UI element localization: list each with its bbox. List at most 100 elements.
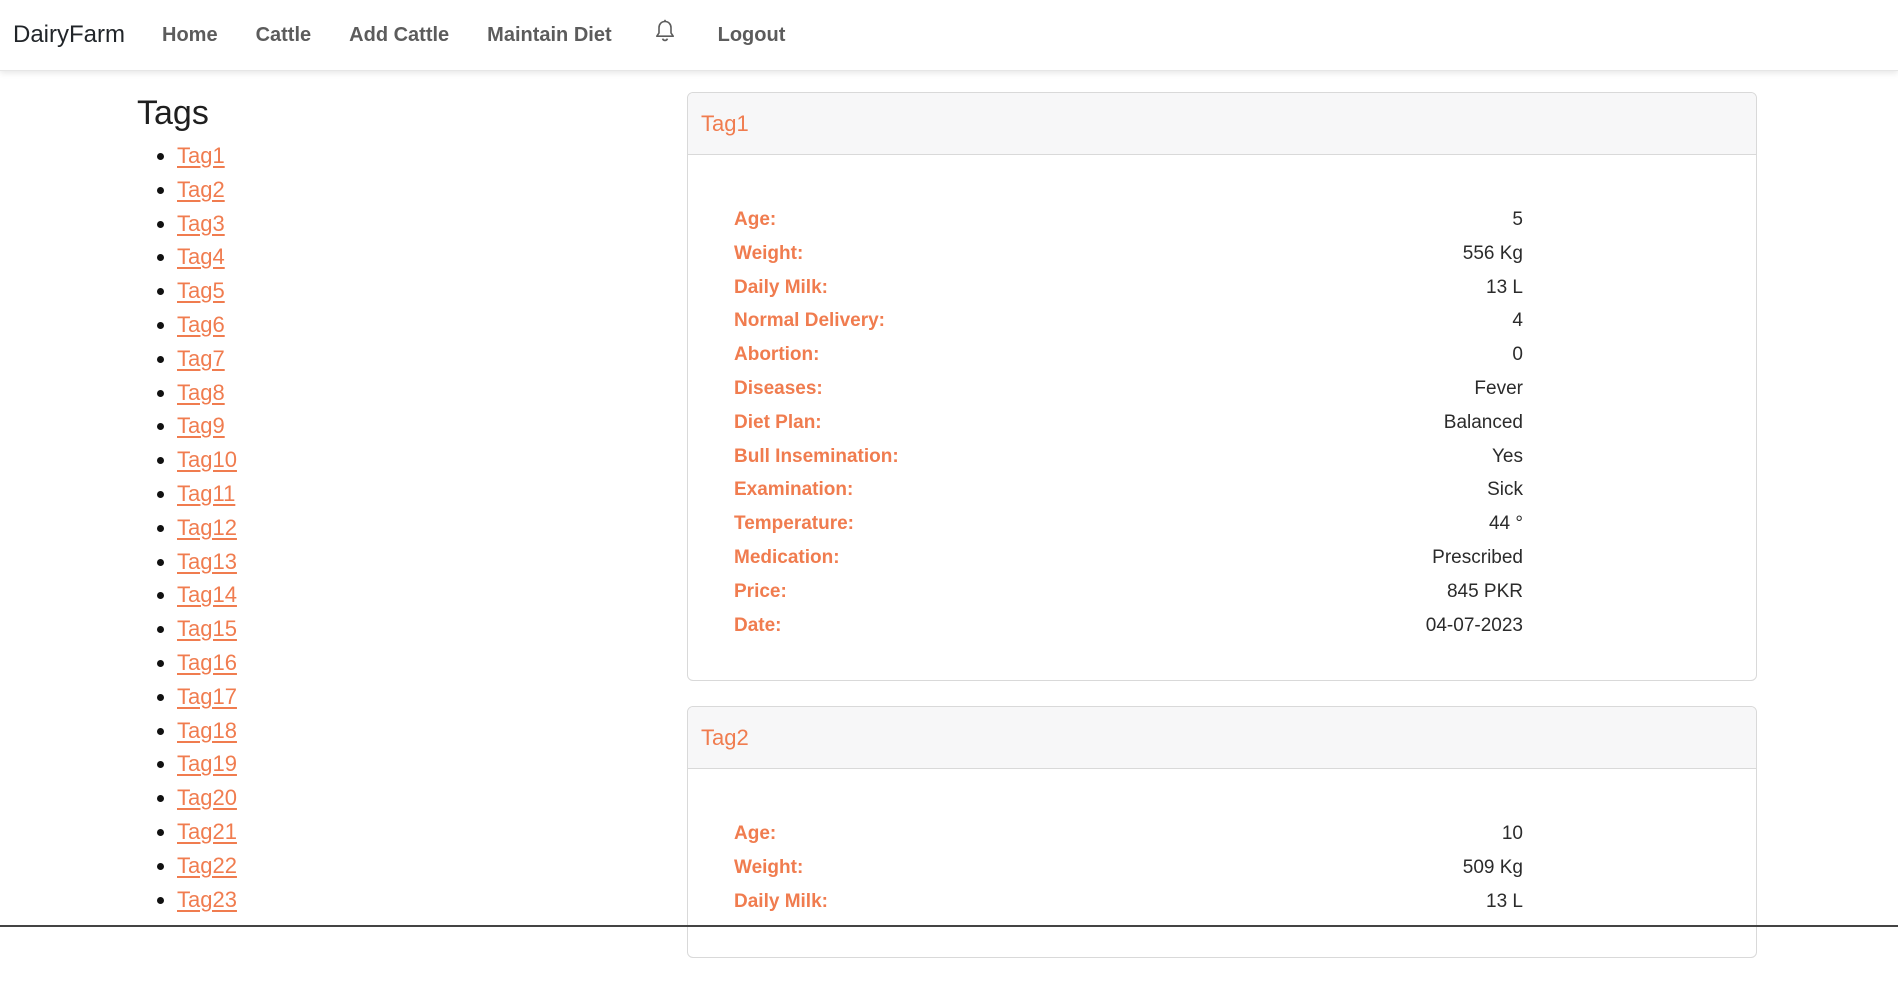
cattle-cards: Tag1 Age: 5 Weight: 556 Kg Daily Milk: 13 L… — [687, 92, 1757, 983]
tag-link[interactable]: Tag23 — [177, 887, 237, 912]
tag-list-item: Tag15 — [137, 612, 637, 646]
field-value: 0 — [1512, 344, 1523, 366]
tag-list-item: Tag11 — [137, 477, 637, 511]
tag-link[interactable]: Tag15 — [177, 616, 237, 641]
tag-link[interactable]: Tag21 — [177, 819, 237, 844]
card-title: Tag2 — [688, 707, 1756, 770]
field-value: Balanced — [1443, 411, 1523, 433]
field-medication: Medication: Prescribed — [734, 541, 1523, 575]
field-bull-insemination: Bull Insemination: Yes — [734, 440, 1523, 474]
tag-list-item: Tag14 — [137, 578, 637, 612]
tag-list-item: Tag21 — [137, 815, 637, 849]
tag-link[interactable]: Tag13 — [177, 549, 237, 574]
field-label: Bull Insemination: — [734, 445, 899, 467]
tags-sidebar: Tags Tag1 Tag2 Tag3 Tag4 Tag5 Tag6 Tag7 … — [137, 93, 637, 916]
nav-home[interactable]: Home — [143, 24, 237, 47]
field-value: 04-07-2023 — [1425, 614, 1523, 636]
field-weight: Weight: 556 Kg — [734, 237, 1523, 271]
tag-list-item: Tag3 — [137, 207, 637, 241]
tag-link[interactable]: Tag17 — [177, 684, 237, 709]
field-abortion: Abortion: 0 — [734, 338, 1523, 372]
field-label: Daily Milk: — [734, 276, 828, 298]
tag-link[interactable]: Tag19 — [177, 751, 237, 776]
tag-link[interactable]: Tag4 — [177, 244, 225, 269]
tag-link[interactable]: Tag5 — [177, 278, 225, 303]
tag-link[interactable]: Tag11 — [177, 481, 235, 506]
field-value: 10 — [1501, 823, 1523, 845]
field-label: Diseases: — [734, 377, 823, 399]
field-label: Diet Plan: — [734, 411, 822, 433]
bell-icon — [654, 19, 676, 48]
tag-link[interactable]: Tag1 — [177, 143, 225, 168]
field-value: 4 — [1512, 310, 1523, 332]
field-value: Sick — [1487, 479, 1523, 501]
tag-list-item: Tag10 — [137, 443, 637, 477]
tag-list-item: Tag22 — [137, 849, 637, 883]
brand-logo[interactable]: DairyFarm — [13, 21, 125, 49]
tag-list-item: Tag5 — [137, 274, 637, 308]
field-label: Daily Milk: — [734, 890, 828, 912]
field-value: 44 ° — [1488, 513, 1523, 535]
field-temperature: Temperature: 44 ° — [734, 507, 1523, 541]
card-title: Tag1 — [688, 93, 1756, 155]
tag-list-item: Tag2 — [137, 173, 637, 207]
tag-list-item: Tag20 — [137, 781, 637, 815]
nav-logout[interactable]: Logout — [699, 24, 805, 47]
field-examination: Examination: Sick — [734, 473, 1523, 507]
field-value: 845 PKR — [1446, 580, 1523, 602]
tag-list-item: Tag4 — [137, 240, 637, 274]
field-label: Medication: — [734, 546, 840, 568]
tag-link[interactable]: Tag9 — [177, 413, 225, 438]
field-label: Normal Delivery: — [734, 310, 886, 332]
tag-list-item: Tag6 — [137, 308, 637, 342]
field-label: Age: — [734, 823, 777, 845]
tag-list-item: Tag16 — [137, 646, 637, 680]
tags-heading: Tags — [137, 94, 209, 132]
tag-list-item: Tag12 — [137, 511, 637, 545]
card-body: Age: 10 Weight: 509 Kg Daily Milk: 13 L — [688, 769, 1756, 956]
field-value: 556 Kg — [1462, 242, 1523, 264]
tag-link[interactable]: Tag2 — [177, 177, 225, 202]
tag-list: Tag1 Tag2 Tag3 Tag4 Tag5 Tag6 Tag7 Tag8 … — [137, 139, 637, 916]
field-daily-milk: Daily Milk: 13 L — [734, 885, 1523, 919]
field-daily-milk: Daily Milk: 13 L — [734, 271, 1523, 305]
card-body: Age: 5 Weight: 556 Kg Daily Milk: 13 L Norm… — [688, 155, 1756, 680]
tag-link[interactable]: Tag20 — [177, 785, 237, 810]
field-value: Prescribed — [1432, 546, 1523, 568]
tag-link[interactable]: Tag22 — [177, 853, 237, 878]
field-label: Price: — [734, 580, 787, 602]
nav-maintain-diet[interactable]: Maintain Diet — [468, 24, 630, 47]
tag-link[interactable]: Tag6 — [177, 312, 225, 337]
tag-list-item: Tag7 — [137, 342, 637, 376]
tag-list-item: Tag8 — [137, 376, 637, 410]
field-weight: Weight: 509 Kg — [734, 851, 1523, 885]
field-diet-plan: Diet Plan: Balanced — [734, 406, 1523, 440]
field-age: Age: 10 — [734, 817, 1523, 851]
field-label: Weight: — [734, 242, 804, 264]
cattle-card: Tag2 Age: 10 Weight: 509 Kg Daily Milk: 13 … — [687, 706, 1757, 958]
tag-list-item: Tag17 — [137, 680, 637, 714]
nav-cattle[interactable]: Cattle — [237, 24, 331, 47]
field-label: Weight: — [734, 857, 804, 879]
field-value: Yes — [1492, 445, 1523, 467]
cattle-card: Tag1 Age: 5 Weight: 556 Kg Daily Milk: 13 L… — [687, 92, 1757, 682]
tag-link[interactable]: Tag3 — [177, 211, 225, 236]
field-value: 13 L — [1486, 890, 1523, 912]
tag-link[interactable]: Tag16 — [177, 650, 237, 675]
tag-link[interactable]: Tag14 — [177, 582, 237, 607]
field-diseases: Diseases: Fever — [734, 372, 1523, 406]
tag-link[interactable]: Tag8 — [177, 380, 225, 405]
tag-link[interactable]: Tag10 — [177, 447, 237, 472]
tag-link[interactable]: Tag12 — [177, 515, 237, 540]
field-price: Price: 845 PKR — [734, 575, 1523, 609]
tag-link[interactable]: Tag7 — [177, 346, 225, 371]
field-value: 13 L — [1486, 276, 1523, 298]
nav-add-cattle[interactable]: Add Cattle — [330, 24, 468, 47]
notifications-button[interactable] — [631, 19, 699, 52]
field-age: Age: 5 — [734, 203, 1523, 237]
field-label: Age: — [734, 209, 777, 230]
field-value: 5 — [1512, 209, 1523, 230]
top-navbar: DairyFarm Home Cattle Add Cattle Maintai… — [0, 0, 1898, 71]
tag-link[interactable]: Tag18 — [177, 718, 237, 743]
tag-list-item: Tag23 — [137, 883, 637, 917]
